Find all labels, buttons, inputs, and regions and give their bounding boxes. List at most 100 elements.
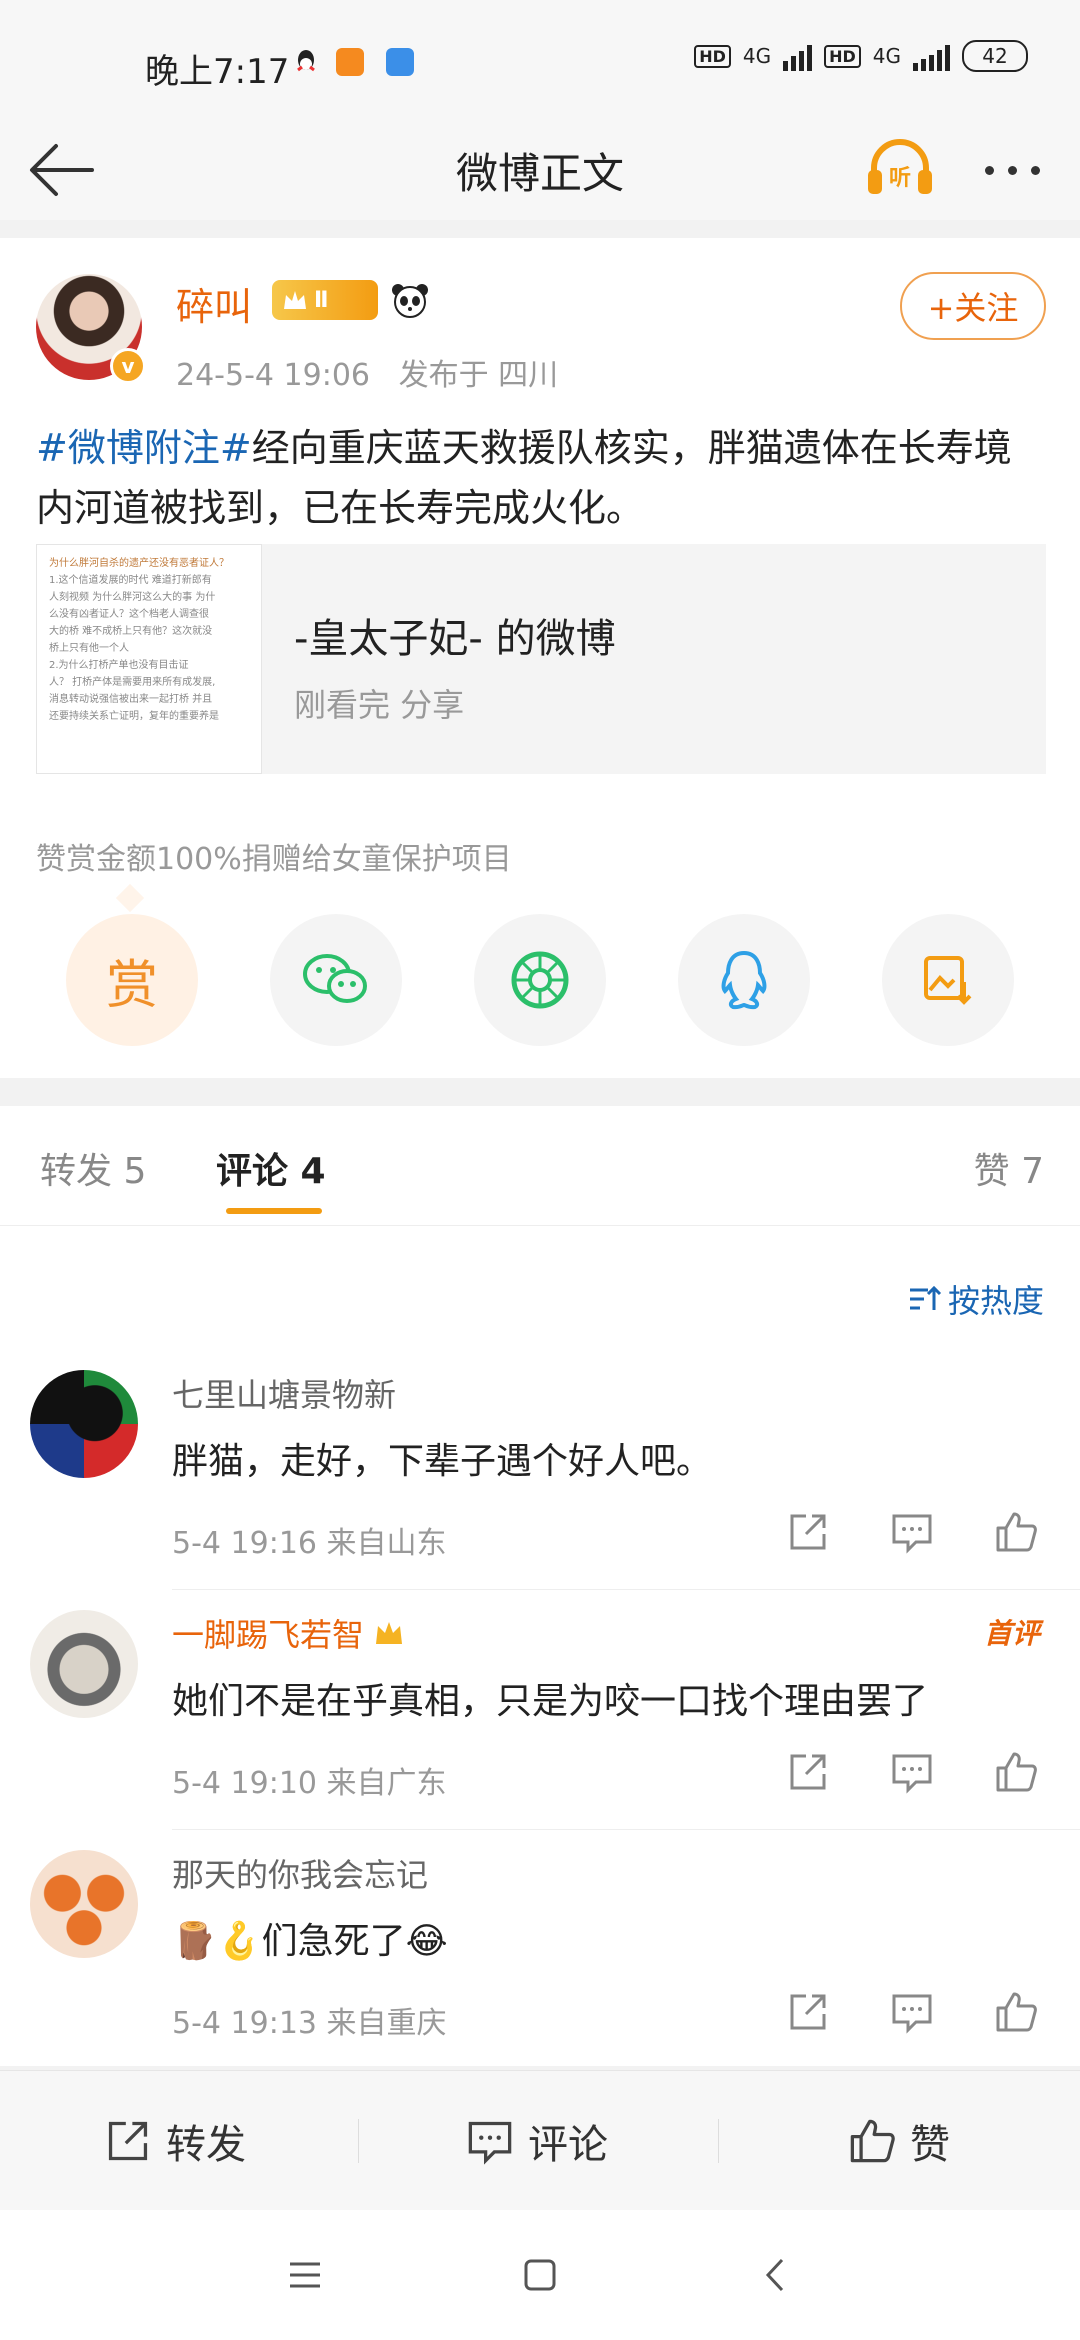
reward-label: 赏 xyxy=(105,955,158,1016)
like-button[interactable]: 赞 xyxy=(848,2071,950,2211)
signal-icon-2 xyxy=(913,41,950,71)
crown-icon xyxy=(376,1622,403,1644)
comment-icon[interactable] xyxy=(890,1990,934,2034)
thumb-line: 桥上只有他一个人 xyxy=(49,643,129,654)
comment-list: 按热度 七里山塘景物新 胖猫，走好，下辈子遇个好人吧。 5-4 19:16 来自… xyxy=(0,1226,1080,2066)
reward-notice: 赞赏金额100%捐赠给女童保护项目 xyxy=(36,842,512,877)
status-indicators: HD 4G HD 4G 42 xyxy=(694,40,1028,72)
more-options-icon[interactable] xyxy=(985,150,1055,190)
post-card: v 碎叫 Ⅱ 24-5-4 19:06 发布于 四川 +关注 #微博附注#经向重… xyxy=(0,238,1080,1078)
emoji-prefix: 🪵🪝 xyxy=(172,1921,262,1962)
post-meta: 24-5-4 19:06 发布于 四川 xyxy=(176,350,558,394)
shared-title: -皇太子妃- 的微博 xyxy=(294,616,616,662)
moments-icon xyxy=(511,951,569,1009)
thumb-line: 消息转动说强信被出来一起打桥 并且 xyxy=(49,694,213,705)
panda-icon xyxy=(390,282,430,318)
commenter-name[interactable]: 七里山塘景物新 xyxy=(172,1370,396,1416)
status-time: 晚上7:17 xyxy=(145,52,290,92)
comment-icon[interactable] xyxy=(890,1510,934,1554)
save-image-icon xyxy=(924,956,972,1005)
level-label: Ⅱ xyxy=(314,287,329,313)
divider xyxy=(358,2119,359,2163)
author-name[interactable]: 碎叫 xyxy=(176,276,252,331)
comment-item: 一脚踢飞若智 首评 她们不是在乎真相，只是为咬一口找个理由罢了 5-4 19:1… xyxy=(0,1590,1080,1830)
repost-icon[interactable] xyxy=(786,1750,830,1794)
like-icon[interactable] xyxy=(994,1510,1038,1554)
follow-button[interactable]: +关注 xyxy=(900,272,1046,340)
comment-meta: 5-4 19:13 来自重庆 xyxy=(172,2006,447,2041)
comment-meta: 5-4 19:10 来自广东 xyxy=(172,1766,447,1801)
verified-badge-icon: v xyxy=(110,348,146,384)
share-wechat-button[interactable] xyxy=(270,914,402,1046)
reward-caret xyxy=(115,883,145,913)
sort-label: 按热度 xyxy=(947,1282,1044,1320)
listen-label: 听 xyxy=(889,166,911,191)
sort-icon xyxy=(909,1285,942,1310)
commenter-avatar[interactable] xyxy=(30,1850,138,1958)
signal-icon xyxy=(783,41,813,71)
repost-icon[interactable] xyxy=(786,1990,830,2034)
save-image-button[interactable] xyxy=(882,914,1014,1046)
sort-by-hot-button[interactable]: 按热度 xyxy=(908,1276,1044,1322)
thumb-line: 2.为什么打桥产单也没有目击证 xyxy=(49,660,189,671)
taobao-notification-icon xyxy=(336,48,364,76)
comment-button[interactable]: 评论 xyxy=(466,2071,608,2211)
repost-button[interactable]: 转发 xyxy=(104,2071,246,2211)
comment-item: 那天的你我会忘记 🪵🪝们急死了😂 5-4 19:13 来自重庆 xyxy=(0,1830,1080,2070)
thumb-line: 人？ 打桥产体是需要用来所有成发展, xyxy=(49,677,216,688)
reward-button[interactable]: 赏 xyxy=(66,914,198,1046)
shared-subtitle: 刚看完 分享 xyxy=(294,686,465,724)
comment-text: 她们不是在乎真相，只是为咬一口找个理由罢了 xyxy=(172,1681,929,1722)
comment-meta: 5-4 19:16 来自山东 xyxy=(172,1526,447,1561)
thumb-heading: 为什么胖河自杀的遗产还没有恶者证人？ xyxy=(49,558,229,569)
wechat-icon xyxy=(303,954,367,1003)
divider xyxy=(718,2119,719,2163)
repost-label: 转发 xyxy=(166,2122,246,2168)
share-moments-button[interactable] xyxy=(474,914,606,1046)
like-icon xyxy=(850,2119,895,2163)
nav-bar: 微博正文 听 xyxy=(0,120,1080,220)
home-icon[interactable] xyxy=(515,2250,565,2300)
comment-icon[interactable] xyxy=(890,1750,934,1794)
commenter-name[interactable]: 那天的你我会忘记 xyxy=(172,1850,428,1896)
hashtag-link[interactable]: #微博附注# xyxy=(36,426,252,470)
like-icon[interactable] xyxy=(994,1750,1038,1794)
post-location: 发布于 四川 xyxy=(398,358,559,393)
comment-icon xyxy=(468,2121,512,2165)
tab-repost[interactable]: 转发 5 xyxy=(40,1142,146,1194)
emoji-suffix: 😂 xyxy=(405,1921,448,1962)
repost-icon xyxy=(108,2121,148,2161)
comment-text: 🪵🪝们急死了😂 xyxy=(172,1921,448,1962)
shared-thumbnail: 为什么胖河自杀的遗产还没有恶者证人？ 1.这个信道发展的时代 难道打新郎有 人刻… xyxy=(36,544,262,774)
network-type-2: 4G xyxy=(872,44,901,68)
tab-like[interactable]: 赞 7 xyxy=(974,1142,1044,1194)
like-icon[interactable] xyxy=(994,1990,1038,2034)
crown-icon xyxy=(284,291,306,309)
hd-indicator-2: HD xyxy=(824,44,861,68)
active-tab-indicator xyxy=(226,1208,322,1214)
thumb-line: 人刻视频 为什么胖河这么大的事 为什 xyxy=(49,592,216,603)
battery-indicator: 42 xyxy=(962,40,1028,72)
tab-comment[interactable]: 评论 4 xyxy=(216,1142,326,1194)
comment-label: 评论 xyxy=(528,2122,608,2168)
system-navigation-bar xyxy=(0,2210,1080,2340)
network-type: 4G xyxy=(742,44,772,68)
listen-headphones-icon[interactable]: 听 xyxy=(862,130,938,206)
commenter-avatar[interactable] xyxy=(30,1610,138,1718)
comment-text: 胖猫，走好，下辈子遇个好人吧。 xyxy=(172,1441,713,1482)
commenter-avatar[interactable] xyxy=(30,1370,138,1478)
app-notification-icon xyxy=(386,48,414,76)
engagement-tabs: 转发 5 评论 4 赞 7 xyxy=(0,1106,1080,1226)
back-icon[interactable] xyxy=(752,2250,802,2300)
post-body: #微博附注#经向重庆蓝天救援队核实，胖猫遗体在长寿境内河道被找到，已在长寿完成火… xyxy=(36,418,1046,538)
commenter-name[interactable]: 一脚踢飞若智 xyxy=(172,1610,404,1656)
qq-notification-icon xyxy=(292,48,320,76)
first-comment-badge: 首评 xyxy=(983,1617,1040,1650)
shared-weibo-card[interactable]: 为什么胖河自杀的遗产还没有恶者证人？ 1.这个信道发展的时代 难道打新郎有 人刻… xyxy=(36,544,1046,774)
thumb-line: 1.这个信道发展的时代 难道打新郎有 xyxy=(49,575,212,586)
share-qq-button[interactable] xyxy=(678,914,810,1046)
repost-icon[interactable] xyxy=(786,1510,830,1554)
hd-indicator: HD xyxy=(694,44,731,68)
qq-icon xyxy=(721,950,767,1010)
menu-icon[interactable] xyxy=(280,2250,330,2300)
